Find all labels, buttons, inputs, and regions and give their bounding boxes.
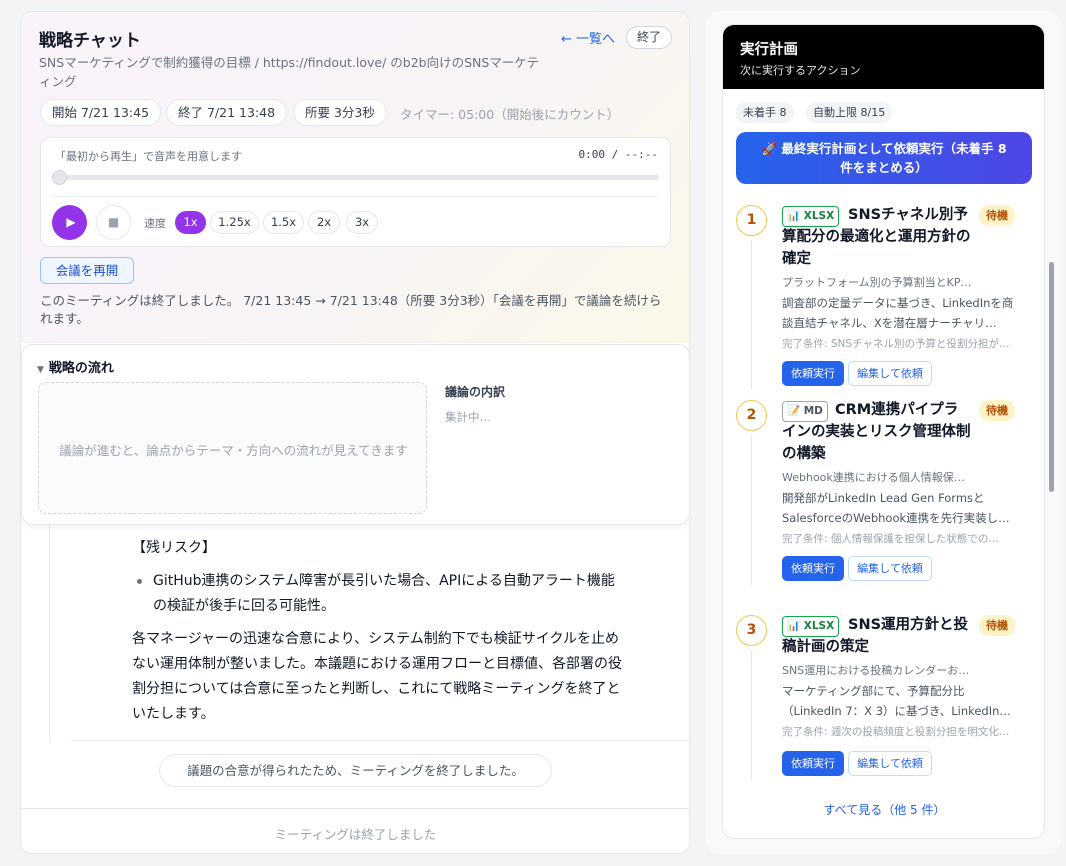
task-run-button[interactable]: 依頼実行 [782, 751, 844, 776]
divider [71, 740, 689, 741]
breakdown-status: 集計中… [445, 410, 491, 424]
plan-header: 実行計画 次に実行するアクション [723, 25, 1044, 89]
speed-label: 速度 [144, 217, 166, 230]
task-number: 3 [736, 615, 767, 646]
task-subtitle: Webhook連携における個人情報保… [782, 471, 965, 484]
execution-plan-card: 実行計画 次に実行するアクション 未着手 8 自動上限 8/15 🚀 最終実行計… [722, 24, 1045, 839]
resume-meeting-button[interactable]: 会議を再開 [40, 257, 134, 284]
timer-text: タイマー: 05:00（開始後にカウント） [400, 107, 620, 122]
chat-header: 戦略チャット ← 一覧へ 終了 SNSマーケティングで制約獲得の目標 / htt… [21, 12, 689, 343]
back-to-list-link[interactable]: ← 一覧へ [561, 28, 615, 47]
speed-option-1x[interactable]: 1x [175, 211, 206, 234]
task-subtitle: プラットフォーム別の予算割当とKP… [782, 276, 972, 289]
risk-bullet: GitHub連携のシステム障害が長引いた場合、APIによる自動アラート機能の検証… [153, 573, 615, 614]
duration-chip: 所要 3分3秒 [293, 99, 387, 126]
flow-placeholder: 議論が進むと、論点からテーマ・方向への流れが見えてきます [59, 443, 408, 458]
task-title: CRM連携パイプラインの実装とリスク管理体制の構築 [782, 402, 971, 462]
task-edit-button[interactable]: 編集して依頼 [848, 361, 932, 386]
meeting-ended-message: このミーティングは終了しました。 7/21 13:45 → 7/21 13:48… [40, 293, 662, 326]
task-rail [751, 435, 752, 585]
triangle-down-icon: ▼ [37, 365, 44, 375]
breakdown-title: 議論の内訳 [445, 385, 506, 399]
strategy-flow-toggle[interactable]: ▼ 戦略の流れ [37, 357, 114, 376]
task-run-button[interactable]: 依頼実行 [782, 361, 844, 386]
task-number: 1 [736, 205, 767, 236]
strategy-flow-panel: ▼ 戦略の流れ 議論が進むと、論点からテーマ・方向への流れが見えてきます 議論の内… [21, 344, 689, 525]
task-rail [751, 240, 752, 390]
task-subtitle: SNS運用における投稿カレンダーお… [782, 664, 970, 677]
chat-message-area: 【残リスク】 GitHub連携のシステム障害が長引いた場合、APIによる自動アラ… [21, 517, 689, 807]
task-edit-button[interactable]: 編集して依頼 [848, 751, 932, 776]
play-icon: ▶ [66, 215, 76, 229]
start-time-chip: 開始 7/21 13:45 [40, 99, 162, 126]
run-all-button[interactable]: 🚀 最終実行計画として依頼実行（未着手 8 件をまとめる） [736, 132, 1032, 184]
auto-limit-chip: 自動上限 8/15 [806, 102, 893, 123]
scrollbar-thumb[interactable] [1049, 262, 1054, 492]
task-condition: 完了条件: SNSチャネル別の予算と役割分担が… [782, 338, 1010, 350]
task-description: 開発部がLinkedIn Lead Gen FormsとSalesforceのW… [782, 491, 1010, 525]
task-condition: 完了条件: 個人情報保護を担保した状態での… [782, 533, 999, 545]
speed-option-1-25x[interactable]: 1.25x [210, 211, 259, 234]
strategy-chat-panel: 戦略チャット ← 一覧へ 終了 SNSマーケティングで制約獲得の目標 / htt… [20, 11, 690, 854]
task-description: 調査部の定量データに基づき、LinkedInを商談直結チャネル、Xを潜在層ナーチ… [782, 296, 1014, 330]
message-rail [49, 517, 50, 742]
bullet-icon [137, 579, 142, 584]
closing-message: 各マネージャーの迅速な合意により、システム制約下でも検証サイクルを止めない運用体… [132, 631, 622, 722]
see-all-link[interactable]: すべて見る（他 5 件） [723, 801, 1044, 818]
unstarted-count-chip: 未着手 8 [736, 102, 794, 123]
end-button[interactable]: 終了 [626, 26, 672, 49]
system-message: 議題の合意が得られたため、ミーティングを終了しました。 [159, 754, 552, 787]
stop-button[interactable]: ■ [96, 205, 131, 240]
risk-heading: 【残リスク】 [132, 540, 216, 556]
speed-option-2x[interactable]: 2x [308, 211, 340, 234]
status-badge: 待機 [979, 615, 1015, 636]
page-title: 戦略チャット [39, 31, 141, 51]
status-badge: 待機 [979, 205, 1015, 226]
task-number: 2 [736, 400, 767, 431]
chat-subtitle: SNSマーケティングで制約獲得の目標 / https://findout.lov… [39, 55, 540, 89]
flow-diagram-area: 議論が進むと、論点からテーマ・方向への流れが見えてきます [38, 382, 427, 514]
task-rail [751, 650, 752, 780]
stop-icon: ■ [107, 215, 120, 229]
divider [53, 196, 659, 197]
footer-status: ミーティングは終了しました [274, 827, 437, 842]
status-badge: 待機 [979, 400, 1015, 421]
audio-player: 「最初から再生」で音声を用意します 0:00 / --:-- ▶ ■ 速度 1x… [40, 137, 671, 247]
audio-progress-knob[interactable] [52, 170, 67, 185]
task-condition: 完了条件: 週次の投稿頻度と役割分担を明文化… [782, 726, 1010, 738]
strategy-flow-label: 戦略の流れ [48, 361, 114, 376]
audio-time: 0:00 / --:-- [578, 148, 658, 161]
end-time-chip: 終了 7/21 13:48 [166, 99, 288, 126]
chat-footer: ミーティングは終了しました [21, 808, 689, 853]
play-button[interactable]: ▶ [52, 205, 87, 240]
task-run-button[interactable]: 依頼実行 [782, 556, 844, 581]
task-description: マーケティング部にて、予算配分比（LinkedIn 7：X 3）に基づき、Lin… [782, 684, 1011, 718]
plan-subtitle: 次に実行するアクション [740, 64, 861, 77]
audio-progress-track[interactable] [52, 170, 659, 185]
audio-hint: 「最初から再生」で音声を用意します [55, 150, 242, 163]
speed-option-3x[interactable]: 3x [346, 211, 378, 234]
task-title: SNS運用方針と投稿計画の策定 [782, 617, 969, 655]
task-edit-button[interactable]: 編集して依頼 [848, 556, 932, 581]
plan-title: 実行計画 [740, 42, 798, 58]
task-list: 1 📊 XLSX SNSチャネル別予算配分の最適化と運用方針の確定 待機 プラッ… [723, 195, 1044, 795]
task-title: SNSチャネル別予算配分の最適化と運用方針の確定 [782, 207, 971, 267]
speed-option-1-5x[interactable]: 1.5x [263, 211, 304, 234]
